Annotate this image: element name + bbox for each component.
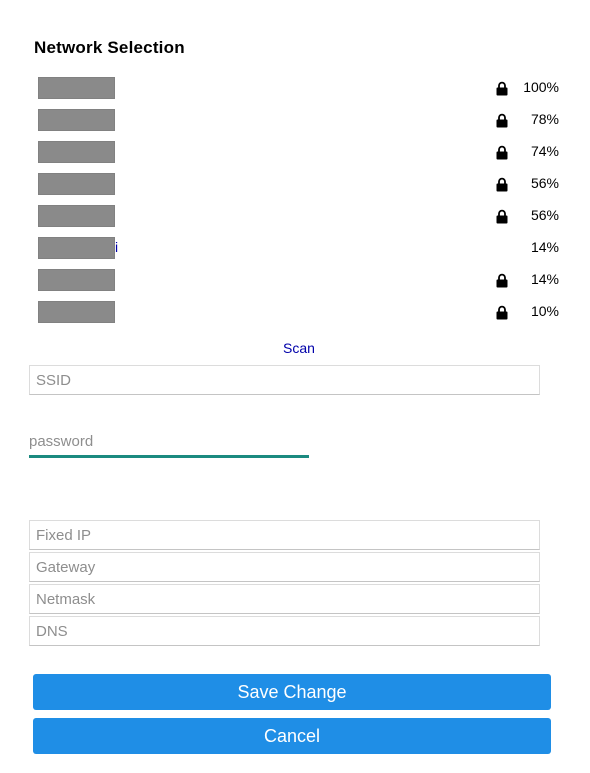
lock-icon: [496, 273, 508, 288]
cancel-button[interactable]: Cancel: [33, 718, 551, 754]
network-row[interactable]: 78%: [0, 104, 590, 136]
netmask-input[interactable]: [29, 584, 540, 614]
signal-strength: 78%: [530, 111, 559, 127]
signal-strength: 56%: [530, 175, 559, 191]
signal-strength: 10%: [530, 303, 559, 319]
ssid-input[interactable]: [29, 365, 540, 395]
lock-icon: [496, 113, 508, 128]
signal-strength: 14%: [530, 239, 559, 255]
network-row[interactable]: 14%: [0, 264, 590, 296]
dns-input[interactable]: [29, 616, 540, 646]
network-row[interactable]: 56%: [0, 168, 590, 200]
lock-icon: [496, 145, 508, 160]
network-row[interactable]: i 14%: [0, 232, 590, 264]
signal-strength: 100%: [523, 79, 559, 95]
password-input[interactable]: [29, 428, 309, 458]
save-change-button[interactable]: Save Change: [33, 674, 551, 710]
network-row[interactable]: 74%: [0, 136, 590, 168]
fixed-ip-input[interactable]: [29, 520, 540, 550]
signal-strength: 14%: [530, 271, 559, 287]
ssid-redacted-block: [38, 109, 115, 131]
scan-link[interactable]: Scan: [0, 340, 590, 356]
page-title: Network Selection: [34, 38, 185, 57]
network-row[interactable]: 56%: [0, 200, 590, 232]
ssid-redacted-block: [38, 269, 115, 291]
lock-icon: [496, 305, 508, 320]
lock-icon: [496, 81, 508, 96]
ssid-redacted-block: [38, 141, 115, 163]
network-row[interactable]: 10%: [0, 296, 590, 328]
signal-strength: 56%: [530, 207, 559, 223]
ssid-redacted-block: [38, 237, 115, 259]
ssid-redacted-block: [38, 173, 115, 195]
lock-icon: [496, 209, 508, 224]
signal-strength: 74%: [530, 143, 559, 159]
network-list: 100% 78% 74% 56% 56% i 14% 14% 10%: [0, 72, 590, 328]
ssid-visible-text: i: [115, 239, 119, 255]
ssid-redacted-block: [38, 77, 115, 99]
ssid-redacted-block: [38, 205, 115, 227]
network-row[interactable]: 100%: [0, 72, 590, 104]
lock-icon: [496, 177, 508, 192]
gateway-input[interactable]: [29, 552, 540, 582]
ssid-redacted-block: [38, 301, 115, 323]
